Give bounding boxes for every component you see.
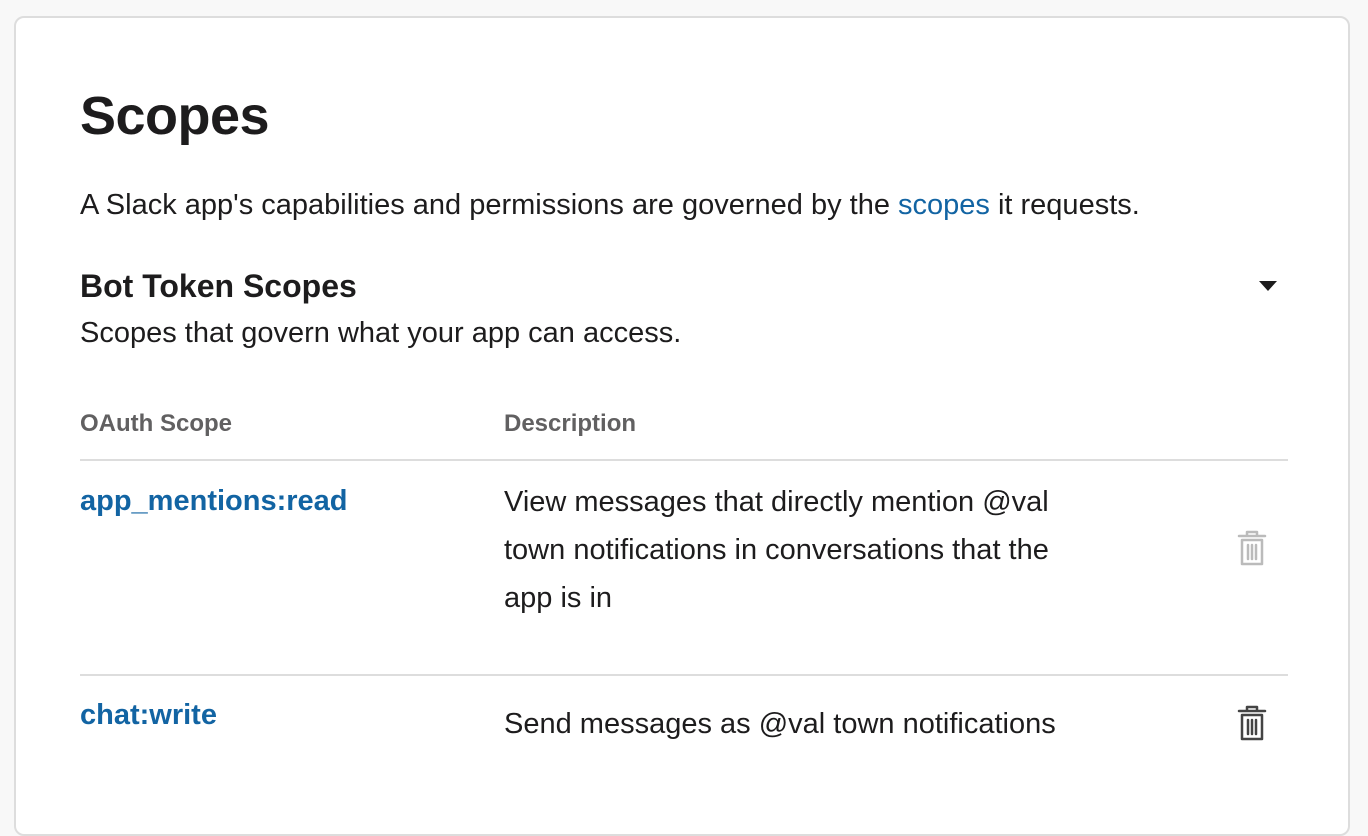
page-title: Scopes bbox=[80, 86, 270, 146]
column-header-description: Description bbox=[504, 410, 637, 437]
scope-name-chat-write[interactable]: chat:write bbox=[80, 696, 217, 734]
intro-text-before: A Slack app's capabilities and permissio… bbox=[80, 189, 899, 221]
intro-text-after: it requests. bbox=[989, 189, 1140, 221]
trash-icon[interactable] bbox=[1234, 528, 1270, 568]
scopes-link[interactable]: scopes bbox=[898, 189, 990, 221]
scope-name-app-mentions-read[interactable]: app_mentions:read bbox=[80, 482, 348, 520]
column-header-oauth-scope: OAuth Scope bbox=[80, 410, 233, 437]
header-divider bbox=[80, 459, 1288, 461]
section-subtitle: Scopes that govern what your app can acc… bbox=[80, 317, 682, 349]
caret-down-icon[interactable] bbox=[1254, 272, 1282, 300]
scopes-card: Scopes A Slack app's capabilities and pe… bbox=[14, 16, 1350, 836]
intro-text: A Slack app's capabilities and permissio… bbox=[80, 186, 1140, 224]
section-title: Bot Token Scopes bbox=[80, 268, 357, 304]
row-divider bbox=[80, 674, 1288, 676]
trash-icon[interactable] bbox=[1234, 703, 1270, 743]
scope-description-app-mentions-read: View messages that directly mention @val… bbox=[504, 486, 1049, 614]
scope-description-chat-write: Send messages as @val town notifications bbox=[504, 708, 1056, 740]
